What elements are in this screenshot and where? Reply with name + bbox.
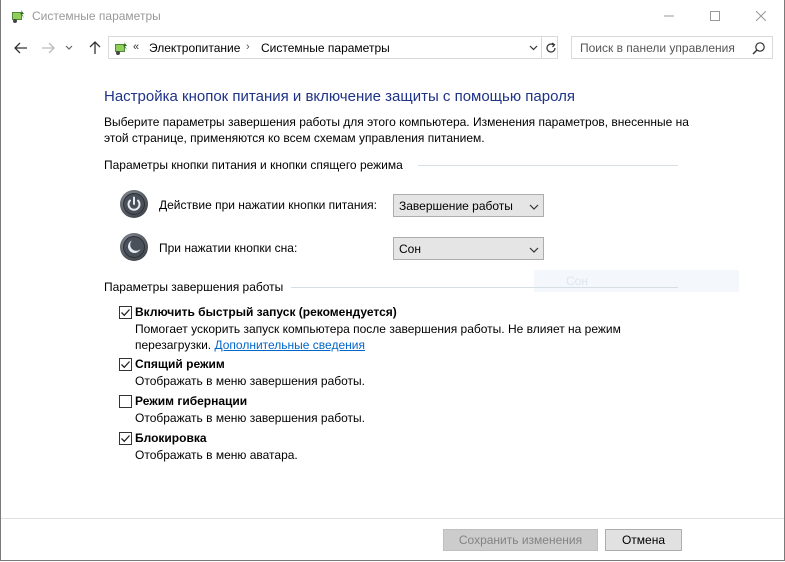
dropdown-option-fading: Сон [534,270,739,292]
close-button[interactable] [738,0,784,31]
forward-arrow-icon[interactable] [37,37,59,59]
sleep-button-action-select[interactable]: Сон [393,237,544,260]
power-button-action-select[interactable]: Завершение работы [393,194,544,217]
power-buttons-section-title: Параметры кнопки питания и кнопки спящег… [104,158,403,172]
power-button-action-value: Завершение работы [399,199,513,213]
power-options-app-icon [10,8,26,24]
page-description: Выберите параметры завершения работы для… [104,115,689,145]
page-title: Настройка кнопок питания и включение защ… [104,88,575,105]
window-title: Системные параметры [32,9,161,23]
fast-startup-description: Помогает ускорить запуск компьютера посл… [135,321,675,353]
lock-label[interactable]: Блокировка [135,431,207,445]
sleep-button-icon [119,232,149,262]
address-bar[interactable]: « Электропитание › Системные параметры [108,36,558,59]
cancel-button[interactable]: Отмена [605,529,682,551]
search-box[interactable] [571,36,773,59]
refresh-icon[interactable] [541,37,559,58]
search-input[interactable] [572,37,747,58]
back-arrow-icon[interactable] [10,37,32,59]
fast-startup-label[interactable]: Включить быстрый запуск (рекомендуется) [135,305,397,319]
power-button-action-label: Действие при нажатии кнопки питания: [159,198,378,212]
sleep-button-action-label: При нажатии кнопки сна: [159,241,298,255]
shutdown-section-title: Параметры завершения работы [104,280,284,294]
lock-description: Отображать в меню аватара. [135,448,298,462]
hibernate-checkbox[interactable] [119,395,132,408]
sleep-button-action-value: Сон [399,242,421,256]
up-arrow-icon[interactable] [84,37,106,59]
hibernate-label[interactable]: Режим гибернации [135,394,247,408]
control-panel-window: Системные параметры « Электропитание › С… [0,0,785,561]
address-dropdown-chevron-icon[interactable] [526,37,540,58]
power-button-icon [119,189,149,219]
search-icon[interactable] [752,41,766,55]
sleep-checkbox[interactable] [119,358,132,371]
section-divider [291,287,678,288]
title-bar[interactable]: Системные параметры [1,0,784,31]
maximize-button[interactable] [692,0,738,31]
lock-checkbox[interactable] [119,432,132,445]
save-changes-button[interactable]: Сохранить изменения [443,529,598,551]
breadcrumb-system-settings[interactable]: Системные параметры [261,41,390,55]
chevron-down-icon [529,201,539,211]
hibernate-description: Отображать в меню завершения работы. [135,411,366,425]
sleep-description: Отображать в меню завершения работы. [135,374,366,388]
breadcrumb-power-options[interactable]: Электропитание [149,41,240,55]
fast-startup-description-text: Помогает ускорить запуск компьютера посл… [135,322,621,352]
sleep-label[interactable]: Спящий режим [135,357,225,371]
fast-startup-checkbox[interactable] [119,306,132,319]
breadcrumb-overflow-icon[interactable]: « [133,41,139,53]
dropdown-option-text: Сон [566,274,588,288]
recent-locations-chevron-icon[interactable] [62,37,76,59]
more-info-link[interactable]: Дополнительные сведения [214,338,364,352]
navigation-bar: « Электропитание › Системные параметры [1,33,784,63]
chevron-down-icon [529,244,539,254]
minimize-button[interactable] [646,0,692,31]
power-options-icon [113,40,129,56]
footer-bar: Сохранить изменения Отмена [1,518,784,560]
section-divider [418,165,678,166]
breadcrumb-separator-icon[interactable]: › [246,41,250,53]
